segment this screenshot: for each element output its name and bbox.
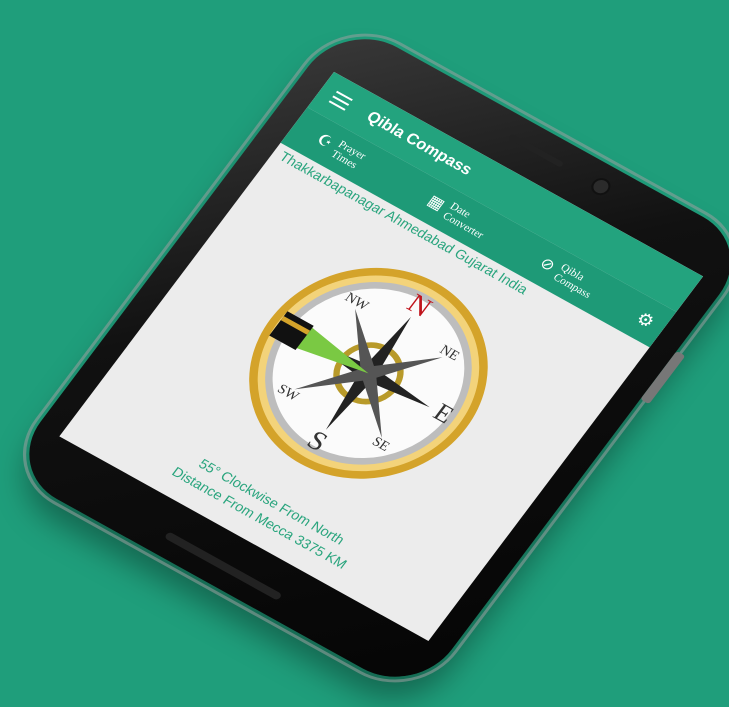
phone-device: Qibla Compass ☪ Prayer Times ▦ Date Conv… [0,10,729,706]
prayer-icon: ☪ [313,131,336,152]
calendar-icon: ▦ [424,192,448,214]
compass-icon: ⊘ [536,254,559,276]
menu-icon[interactable] [328,90,353,111]
